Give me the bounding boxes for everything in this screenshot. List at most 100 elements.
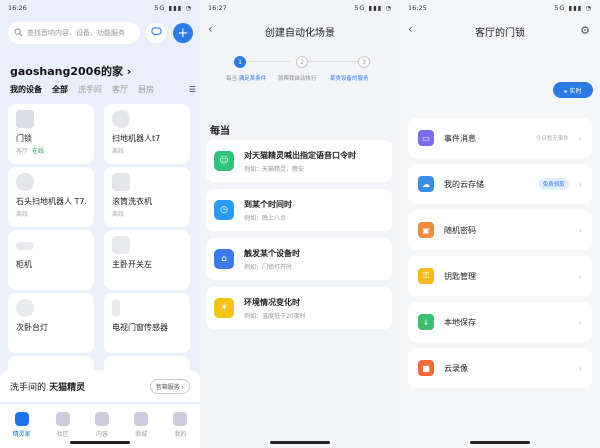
live-view-button[interactable]: ▸ 实时: [553, 82, 593, 98]
content-icon: [94, 412, 109, 426]
device-status: 离线: [16, 211, 29, 218]
trigger-environment[interactable]: ☀ 环境情况变化时 例如：温度低于20度时: [206, 287, 392, 329]
nav-label: 内容: [95, 431, 108, 438]
status-icons: 5G ▮▮▮ ◔: [554, 4, 592, 12]
nav-label: 商城: [135, 431, 148, 438]
nav-community[interactable]: 社区: [55, 412, 70, 438]
menu-event-messages[interactable]: ▭ 事件消息 今日暂无事件 ›: [408, 118, 592, 158]
device-tile[interactable]: 主卧开关左: [104, 230, 190, 290]
status-icons: 5G ▮▮▮ ◔: [354, 4, 392, 12]
nav-mall[interactable]: 商城: [134, 412, 149, 438]
video-icon: ■: [418, 360, 434, 376]
trigger-title: 触发某个设备时: [244, 248, 300, 258]
chevron-right-icon: ›: [578, 317, 582, 327]
chevron-right-icon: ›: [578, 363, 582, 373]
menu-random-password[interactable]: ▣ 随机密码 ›: [408, 210, 592, 250]
message-button[interactable]: [146, 23, 166, 43]
device-tile[interactable]: 石头扫地机器人 T7... 离线: [8, 167, 94, 227]
tab-kitchen[interactable]: 厨房: [138, 84, 154, 95]
device-status: 离线: [112, 211, 125, 218]
search-input[interactable]: 查找音响内容、设备、功能服务: [8, 22, 140, 44]
home-selector[interactable]: gaoshang2006的家 ›: [10, 63, 131, 79]
page-title: 客厅的门锁: [475, 28, 525, 39]
home-indicator: [70, 441, 130, 444]
device-room: 客厅: [16, 148, 29, 155]
door-lock-screen: 16:25 5G ▮▮▮ ◔ ‹ 客厅的门锁 ⚙ ▸ 实时 ▭ 事件消息 今日暂…: [400, 0, 600, 448]
device-status: 在线: [32, 148, 45, 155]
clock-icon: ◷: [214, 200, 234, 220]
menu-key-management[interactable]: ⚿ 钥匙管理 ›: [408, 256, 592, 296]
step-label-text: 就帮我自动执行: [278, 76, 317, 82]
tab-living-room[interactable]: 客厅: [112, 84, 128, 95]
trigger-time[interactable]: ◷ 到某个时间时 例如：晚上八点: [206, 189, 392, 231]
nav-home[interactable]: 精灵家: [13, 412, 31, 438]
status-icons: 5G ▮▮▮ ◔: [154, 4, 192, 12]
trigger-voice-command[interactable]: ☺ 对天猫精灵喊出指定语音口令时 例如：天猫精灵，晚安: [206, 140, 392, 182]
device-status: 离线: [112, 148, 125, 155]
menu-local-save[interactable]: ↓ 本地保存 ›: [408, 302, 592, 342]
tab-my-devices[interactable]: 我的设备: [10, 84, 42, 95]
menu-cloud-storage[interactable]: ☁ 我的云存储 免费领取 ›: [408, 164, 592, 204]
tab-washroom[interactable]: 洗手间: [78, 84, 102, 95]
chevron-right-icon: ›: [578, 225, 582, 235]
add-button[interactable]: +: [173, 23, 193, 43]
device-tile[interactable]: 次卧台灯: [8, 293, 94, 353]
nav-content[interactable]: 内容: [94, 412, 109, 438]
plus-icon: +: [177, 25, 189, 41]
nav-profile[interactable]: 我的: [173, 412, 188, 438]
device-tile[interactable]: 柜机: [8, 230, 94, 290]
device-name: 主卧开关左: [112, 260, 152, 269]
home-indicator: [470, 441, 530, 444]
row-label: 随机密码: [444, 225, 476, 235]
gear-icon[interactable]: ⚙: [580, 24, 590, 37]
menu-cloud-recording[interactable]: ■ 云录像 ›: [408, 348, 592, 388]
device-tile[interactable]: 滚筒洗衣机 离线: [104, 167, 190, 227]
chevron-right-icon: ›: [578, 179, 582, 189]
step-label-text: 每当: [226, 76, 238, 82]
voice-icon: ☺: [214, 151, 234, 171]
step-1-label: 每当 满足某条件: [226, 74, 266, 82]
search-icon: [14, 27, 23, 39]
section-title: 每当: [210, 126, 230, 137]
device-name: 石头扫地机器人 T7...: [16, 197, 86, 206]
device-name: 门锁: [16, 134, 32, 143]
voice-assistant-bar[interactable]: 洗手间的 天猫精灵 音箱服务 ›: [0, 370, 200, 402]
status-bar: 16:27 5G ▮▮▮ ◔: [200, 0, 400, 16]
door-lock-icon: [16, 110, 34, 128]
step-2: 2: [296, 56, 308, 68]
voice-device-label: 天猫精灵: [46, 382, 86, 393]
status-bar: 16:26 5G ▮▮▮ ◔: [0, 0, 200, 16]
free-claim-badge[interactable]: 免费领取: [538, 178, 569, 190]
step-indicator: 1 2 3: [222, 56, 382, 68]
menu-icon[interactable]: ☰: [189, 85, 196, 94]
tab-all[interactable]: 全部: [52, 84, 68, 95]
switch-icon: [112, 236, 130, 254]
speaker-service-button[interactable]: 音箱服务 ›: [149, 378, 190, 394]
chevron-right-icon: ›: [578, 271, 582, 281]
device-tile[interactable]: 扫地机器人t7 离线: [104, 104, 190, 164]
download-icon: ↓: [418, 314, 434, 330]
lamp-icon: [16, 299, 34, 317]
device-icon: ⌂: [214, 249, 234, 269]
trigger-title: 到某个时间时: [244, 199, 292, 209]
device-tile[interactable]: 电视门窗传感器: [104, 293, 190, 353]
trigger-title: 对天猫精灵喊出指定语音口令时: [244, 150, 356, 160]
step-1: 1: [234, 56, 246, 68]
step-label-highlight: 某类设备的服务: [330, 76, 369, 82]
step-3-label: 某类设备的服务: [330, 74, 369, 82]
search-placeholder: 查找音响内容、设备、功能服务: [27, 29, 125, 37]
page-title: 创建自动化场景: [265, 28, 335, 39]
device-name: 扫地机器人t7: [112, 134, 161, 143]
community-icon: [55, 412, 70, 426]
status-bar: 16:25 5G ▮▮▮ ◔: [400, 0, 600, 16]
device-tile[interactable]: 门锁 客厅 在线: [8, 104, 94, 164]
trigger-example: 例如：温度低于20度时: [244, 312, 306, 320]
nav-label: 社区: [56, 431, 69, 438]
step-3: 3: [358, 56, 370, 68]
device-name: 滚筒洗衣机: [112, 197, 152, 206]
trigger-example: 例如：门锁打开时: [244, 263, 293, 271]
status-time: 16:27: [208, 4, 227, 12]
trigger-device[interactable]: ⌂ 触发某个设备时 例如：门锁打开时: [206, 238, 392, 280]
device-name: 柜机: [16, 260, 32, 269]
washing-machine-icon: [112, 173, 130, 191]
